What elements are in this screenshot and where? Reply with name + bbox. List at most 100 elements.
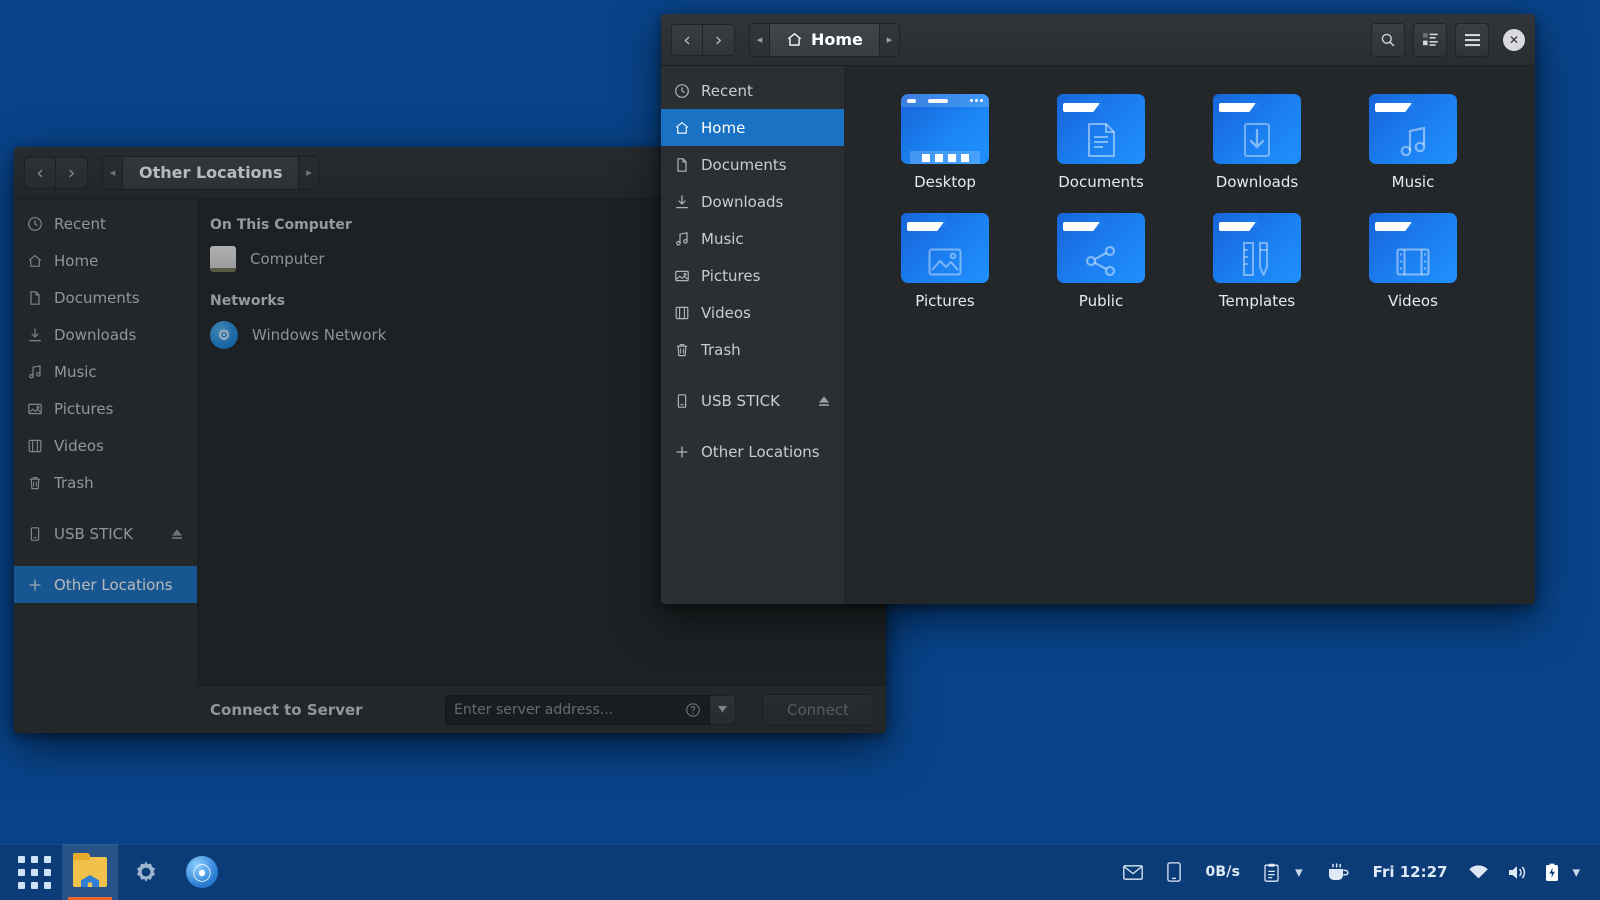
sidebar-item-other-locations[interactable]: Other Locations [661, 433, 844, 470]
connect-button[interactable]: Connect [762, 694, 874, 726]
tray-expand-caret[interactable]: ▾ [1283, 844, 1315, 900]
harddisk-icon [210, 246, 236, 272]
volume-icon[interactable] [1498, 844, 1536, 900]
sidebar-item-documents[interactable]: Documents [661, 146, 844, 183]
sidebar-item-label: Trash [54, 474, 185, 492]
chevron-right-icon: › [68, 162, 76, 184]
headerbar-home: ‹ › ◂ Home ▸ [661, 14, 1535, 66]
sidebar-item-videos[interactable]: Videos [14, 427, 197, 464]
question-icon[interactable] [685, 702, 701, 718]
sidebar-item-home[interactable]: Home [661, 109, 844, 146]
file-grid-pane[interactable]: Desktop Documents Downloads [845, 66, 1535, 604]
chevron-left-icon: ‹ [683, 29, 691, 51]
sidebar-item-music[interactable]: Music [661, 220, 844, 257]
battery-icon[interactable] [1536, 844, 1568, 900]
folder-music-icon [1369, 94, 1457, 164]
breadcrumb: ◂ Home ▸ [749, 23, 900, 57]
sidebar-item-label: Home [54, 252, 185, 270]
network-speed-label: 0B/s [1193, 844, 1252, 900]
taskbar-app-settings[interactable] [118, 844, 174, 900]
sidebar-item-trash[interactable]: Trash [661, 331, 844, 368]
sidebar-item-label: Pictures [701, 267, 832, 285]
taskbar-app-deepin[interactable]: ⦿ [174, 844, 230, 900]
sidebar-item-label: Pictures [54, 400, 185, 418]
file-item-label: Templates [1219, 292, 1295, 310]
file-item-documents[interactable]: Documents [1023, 84, 1179, 199]
search-button[interactable] [1371, 23, 1405, 57]
file-item-downloads[interactable]: Downloads [1179, 84, 1335, 199]
sidebar-item-recent[interactable]: Recent [14, 205, 197, 242]
file-grid: Desktop Documents Downloads [845, 66, 1535, 336]
clock-icon [673, 82, 690, 99]
server-address-input[interactable]: Enter server address... [445, 695, 710, 725]
sidebar-item-label: Home [701, 119, 832, 137]
breadcrumb-current[interactable]: Other Locations [122, 156, 299, 190]
forward-button[interactable]: › [56, 157, 88, 189]
sidebar-item-trash[interactable]: Trash [14, 464, 197, 501]
file-item-music[interactable]: Music [1335, 84, 1491, 199]
music-icon [673, 230, 690, 247]
sidebar-item-label: Other Locations [701, 443, 832, 461]
file-item-label: Downloads [1216, 173, 1298, 191]
sidebar-item-label: Videos [54, 437, 185, 455]
sidebar-item-label: Documents [54, 289, 185, 307]
sidebar-item-music[interactable]: Music [14, 353, 197, 390]
clock-label[interactable]: Fri 12:27 [1361, 844, 1460, 900]
view-options-button[interactable] [1413, 23, 1447, 57]
sidebar-item-videos[interactable]: Videos [661, 294, 844, 331]
folder-templates-icon [1213, 213, 1301, 283]
eject-icon[interactable] [816, 393, 832, 409]
folder-documents-icon [1057, 94, 1145, 164]
mail-icon[interactable] [1111, 844, 1155, 900]
breadcrumb-scroll-left-button[interactable]: ◂ [102, 156, 122, 190]
caret-left-icon: ◂ [757, 33, 763, 46]
sidebar-item-downloads[interactable]: Downloads [14, 316, 197, 353]
close-button[interactable]: ✕ [1503, 29, 1525, 51]
server-address-dropdown-button[interactable]: chevron-down-icon [710, 695, 736, 725]
file-item-templates[interactable]: Templates [1179, 203, 1335, 318]
file-item-pictures[interactable]: Pictures [867, 203, 1023, 318]
coffee-icon[interactable] [1315, 844, 1361, 900]
sidebar-item-downloads[interactable]: Downloads [661, 183, 844, 220]
sidebar-item-recent[interactable]: Recent [661, 72, 844, 109]
breadcrumb-current[interactable]: Home [769, 23, 880, 57]
breadcrumb-scroll-right-button[interactable]: ▸ [880, 23, 900, 57]
phone-icon[interactable] [1155, 844, 1193, 900]
wifi-icon[interactable] [1459, 844, 1498, 900]
file-item-desktop[interactable]: Desktop [867, 84, 1023, 199]
file-item-public[interactable]: Public [1023, 203, 1179, 318]
sidebar-item-home[interactable]: Home [14, 242, 197, 279]
headerbar-actions: ✕ [1371, 23, 1525, 57]
nav-button-group: ‹ › [24, 157, 88, 189]
clipboard-icon[interactable] [1252, 844, 1283, 900]
file-manager-window-home[interactable]: ‹ › ◂ Home ▸ [661, 14, 1535, 604]
back-button[interactable]: ‹ [24, 157, 56, 189]
sidebar-item-label: Music [54, 363, 185, 381]
back-button[interactable]: ‹ [671, 24, 703, 56]
file-item-videos[interactable]: Videos [1335, 203, 1491, 318]
desktop-screen-icon [901, 94, 989, 164]
sidebar-item-usb-stick[interactable]: USB STICK [14, 515, 197, 552]
document-icon [673, 156, 690, 173]
taskbar-app-file-manager[interactable] [62, 844, 118, 900]
video-icon [26, 437, 43, 454]
tray-end-caret[interactable]: ▾ [1568, 844, 1590, 900]
breadcrumb-scroll-right-button[interactable]: ▸ [299, 156, 319, 190]
sidebar-item-pictures[interactable]: Pictures [14, 390, 197, 427]
sidebar-item-other-locations[interactable]: Other Locations [14, 566, 197, 603]
video-icon [673, 304, 690, 321]
breadcrumb-scroll-left-button[interactable]: ◂ [749, 23, 769, 57]
menu-button[interactable] [1455, 23, 1489, 57]
picture-icon [26, 400, 43, 417]
breadcrumb: ◂ Other Locations ▸ [102, 156, 319, 190]
sidebar-item-pictures[interactable]: Pictures [661, 257, 844, 294]
sidebar-divider [661, 368, 844, 382]
document-icon [26, 289, 43, 306]
sidebar-item-documents[interactable]: Documents [14, 279, 197, 316]
app-launcher-button[interactable] [6, 844, 62, 900]
forward-button[interactable]: › [703, 24, 735, 56]
eject-icon[interactable] [169, 526, 185, 542]
sidebar-item-usb-stick[interactable]: USB STICK [661, 382, 844, 419]
home-icon [673, 119, 690, 136]
system-tray: 0B/s ▾ Fri 12:27 ▾ [1111, 844, 1594, 900]
